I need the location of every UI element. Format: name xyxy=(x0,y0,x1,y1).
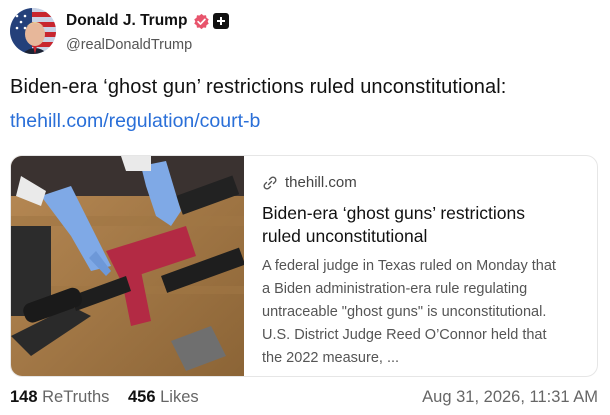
handle[interactable]: @realDonaldTrump xyxy=(66,37,229,53)
likes-count: 456 xyxy=(128,388,156,406)
card-description: A federal judge in Texas ruled on Monday… xyxy=(262,258,556,366)
likes-label: Likes xyxy=(160,388,199,406)
avatar[interactable] xyxy=(10,8,56,54)
flag-avatar-icon xyxy=(10,8,56,54)
plus-badge-icon xyxy=(213,13,230,29)
user-block: Donald J. Trump @realDonaldTrump xyxy=(66,11,230,53)
card-title[interactable]: Biden-era ‘ghost guns’ restrictions rule… xyxy=(262,202,562,248)
timestamp[interactable]: Aug 31, 2026, 11:31 AM xyxy=(422,388,598,407)
post-footer: 148 ReTruths 456 Likes Aug 31, 2026, 11:… xyxy=(10,388,598,410)
likes-stat[interactable]: 456 Likes xyxy=(128,388,199,407)
card-body: thehill.com Biden-era ‘ghost guns’ restr… xyxy=(262,156,589,370)
display-name[interactable]: Donald J. Trump xyxy=(66,12,187,30)
retruths-stat[interactable]: 148 ReTruths xyxy=(10,388,109,407)
post-header: Donald J. Trump @realDonaldTrump xyxy=(10,8,600,56)
verified-icon xyxy=(194,13,210,29)
link-icon xyxy=(263,175,277,190)
retruths-count: 148 xyxy=(10,388,38,406)
card-domain: thehill.com xyxy=(285,174,357,191)
post-link[interactable]: thehill.com/regulation/court-b xyxy=(10,110,260,133)
link-preview-card[interactable]: thehill.com Biden-era ‘ghost guns’ restr… xyxy=(10,155,598,377)
gun-photo-image xyxy=(11,156,244,376)
retruths-label: ReTruths xyxy=(42,388,110,406)
post-text: Biden-era ‘ghost gun’ restrictions ruled… xyxy=(10,76,507,98)
